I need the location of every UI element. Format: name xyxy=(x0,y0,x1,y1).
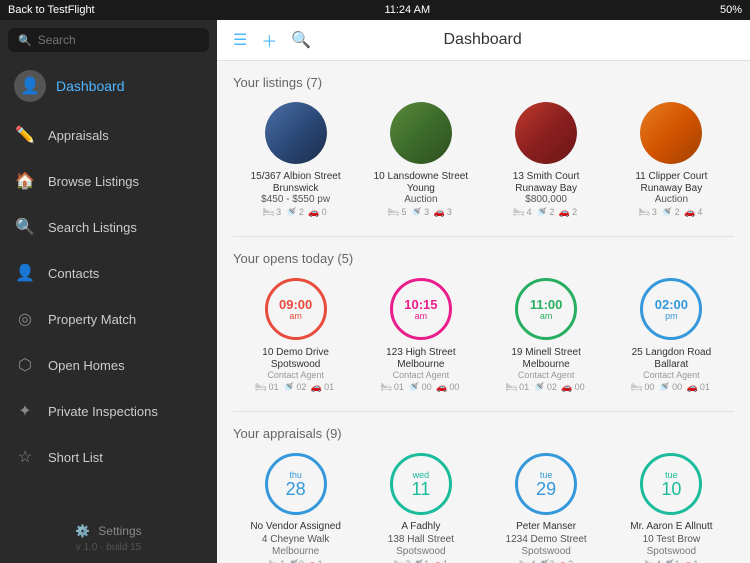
sidebar-item-label: Short List xyxy=(48,450,103,465)
contact-label: Contact Agent xyxy=(518,370,575,380)
listing-address: 11 Clipper Court xyxy=(635,170,707,183)
listing-address: 15/367 Albion Street xyxy=(251,170,341,183)
listing-meta: 🛏3 🚿2 🚗4 xyxy=(638,207,704,218)
sidebar: 🔍 👤 Dashboard ✏️ Appraisals 🏠 Browse Lis… xyxy=(0,20,217,563)
listing-suburb: Runaway Bay xyxy=(515,183,577,194)
date-circle: thu 28 xyxy=(265,453,327,515)
listing-suburb: Runaway Bay xyxy=(641,183,703,194)
listing-suburb: Young xyxy=(407,183,435,194)
back-button[interactable]: Back to TestFlight xyxy=(8,4,95,16)
short-list-icon: ☆ xyxy=(14,446,36,468)
time-circle: 11:00 am xyxy=(515,278,577,340)
sidebar-item-label: Open Homes xyxy=(48,358,125,373)
listing-address: 10 Lansdowne Street xyxy=(374,170,469,183)
date-circle: tue 10 xyxy=(640,453,702,515)
avatar: 👤 xyxy=(14,70,46,102)
search-listings-icon: 🔍 xyxy=(14,216,36,238)
open-card[interactable]: 11:00 am 19 Minell Street Melbourne Cont… xyxy=(484,278,609,393)
settings-item[interactable]: ⚙️ Settings xyxy=(14,524,203,538)
listing-card[interactable]: 15/367 Albion Street Brunswick $450 - $5… xyxy=(233,102,358,218)
open-card[interactable]: 10:15 am 123 High Street Melbourne Conta… xyxy=(358,278,483,393)
search-bar[interactable]: 🔍 xyxy=(8,28,209,52)
contact-label: Contact Agent xyxy=(643,370,700,380)
appraisal-card[interactable]: wed 11 A Fadhly 138 Hall Street Spotswoo… xyxy=(358,453,483,563)
listing-price: Auction xyxy=(404,194,437,205)
listing-photo xyxy=(390,102,452,164)
open-card[interactable]: 09:00 am 10 Demo Drive Spotswood Contact… xyxy=(233,278,358,393)
listings-section-title: Your listings (7) xyxy=(233,75,734,90)
opens-row: 09:00 am 10 Demo Drive Spotswood Contact… xyxy=(233,278,734,393)
header-actions: ☰ ＋ 🔍 xyxy=(233,28,311,52)
listing-suburb: Brunswick xyxy=(273,183,319,194)
listing-card[interactable]: 11 Clipper Court Runaway Bay Auction 🛏3 … xyxy=(609,102,734,218)
main-header: ☰ ＋ 🔍 Dashboard xyxy=(217,20,750,61)
sidebar-item-label: Browse Listings xyxy=(48,174,139,189)
sidebar-item-label: Private Inspections xyxy=(48,404,158,419)
sidebar-item-property-match[interactable]: ◎ Property Match xyxy=(0,296,217,342)
settings-icon: ⚙️ xyxy=(75,524,90,538)
sidebar-item-label: Appraisals xyxy=(48,128,109,143)
sidebar-item-open-homes[interactable]: ⬡ Open Homes xyxy=(0,342,217,388)
page-title: Dashboard xyxy=(444,31,522,49)
private-inspections-icon: ✦ xyxy=(14,400,36,422)
listing-photo xyxy=(515,102,577,164)
sidebar-item-label: Property Match xyxy=(48,312,136,327)
browse-icon: 🏠 xyxy=(14,170,36,192)
battery-indicator: 50% xyxy=(720,4,742,16)
listing-address: 13 Smith Court xyxy=(513,170,580,183)
listings-row: 15/367 Albion Street Brunswick $450 - $5… xyxy=(233,102,734,218)
user-name[interactable]: Dashboard xyxy=(56,78,125,94)
search-input[interactable] xyxy=(38,33,199,47)
appraisal-card[interactable]: thu 28 No Vendor Assigned 4 Cheyne Walk … xyxy=(233,453,358,563)
appraisals-row: thu 28 No Vendor Assigned 4 Cheyne Walk … xyxy=(233,453,734,563)
sidebar-item-label: Search Listings xyxy=(48,220,137,235)
add-icon[interactable]: ＋ xyxy=(261,28,277,52)
time-circle: 10:15 am xyxy=(390,278,452,340)
listing-photo xyxy=(265,102,327,164)
appraisal-card[interactable]: tue 10 Mr. Aaron E Allnutt 10 Test Brow … xyxy=(609,453,734,563)
listing-card[interactable]: 10 Lansdowne Street Young Auction 🛏5 🚿3 … xyxy=(358,102,483,218)
appraisal-card[interactable]: tue 29 Peter Manser 1234 Demo Street Spo… xyxy=(484,453,609,563)
sidebar-item-contacts[interactable]: 👤 Contacts xyxy=(0,250,217,296)
sidebar-item-search-listings[interactable]: 🔍 Search Listings xyxy=(0,204,217,250)
time-display: 11:24 AM xyxy=(384,4,430,16)
date-circle: wed 11 xyxy=(390,453,452,515)
listing-price: $450 - $550 pw xyxy=(261,194,330,205)
property-match-icon: ◎ xyxy=(14,308,36,330)
listing-card[interactable]: 13 Smith Court Runaway Bay $800,000 🛏4 🚿… xyxy=(484,102,609,218)
sidebar-item-label: Contacts xyxy=(48,266,99,281)
listing-meta: 🛏4 🚿2 🚗2 xyxy=(513,207,579,218)
open-homes-icon: ⬡ xyxy=(14,354,36,376)
time-circle: 09:00 am xyxy=(265,278,327,340)
sidebar-item-short-list[interactable]: ☆ Short List xyxy=(0,434,217,480)
time-circle: 02:00 pm xyxy=(640,278,702,340)
settings-label: Settings xyxy=(98,524,141,538)
listing-price: Auction xyxy=(655,194,688,205)
date-circle: tue 29 xyxy=(515,453,577,515)
search-icon: 🔍 xyxy=(18,34,32,47)
listing-price: $800,000 xyxy=(525,194,567,205)
status-bar: Back to TestFlight 11:24 AM 50% xyxy=(0,0,750,20)
contacts-icon: 👤 xyxy=(14,262,36,284)
sidebar-item-private-inspections[interactable]: ✦ Private Inspections xyxy=(0,388,217,434)
user-profile: 👤 Dashboard xyxy=(0,60,217,112)
listing-meta: 🛏3 🚿2 🚗0 xyxy=(263,207,329,218)
appraisals-section-title: Your appraisals (9) xyxy=(233,426,734,441)
list-icon[interactable]: ☰ xyxy=(233,30,247,50)
main-content: ☰ ＋ 🔍 Dashboard Your listings (7) 15/367… xyxy=(217,20,750,563)
contact-label: Contact Agent xyxy=(393,370,450,380)
version-label: v 1.0 · build 15 xyxy=(14,542,203,553)
search-header-icon[interactable]: 🔍 xyxy=(291,30,311,50)
appraisals-icon: ✏️ xyxy=(14,124,36,146)
content-area: Your listings (7) 15/367 Albion Street B… xyxy=(217,61,750,563)
listing-meta: 🛏5 🚿3 🚗3 xyxy=(388,207,454,218)
opens-section-title: Your opens today (5) xyxy=(233,251,734,266)
sidebar-item-browse-listings[interactable]: 🏠 Browse Listings xyxy=(0,158,217,204)
open-card[interactable]: 02:00 pm 25 Langdon Road Ballarat Contac… xyxy=(609,278,734,393)
sidebar-item-appraisals[interactable]: ✏️ Appraisals xyxy=(0,112,217,158)
contact-label: Contact Agent xyxy=(267,370,324,380)
listing-photo xyxy=(640,102,702,164)
